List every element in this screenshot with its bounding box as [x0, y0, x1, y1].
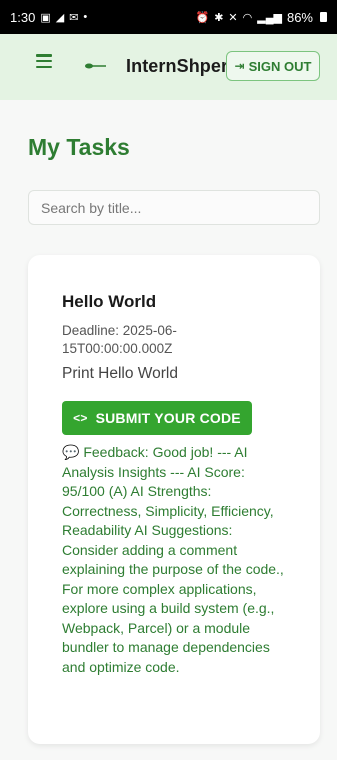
bluetooth-icon: ✱: [214, 11, 224, 24]
code-icon: <>: [73, 411, 88, 425]
search-input[interactable]: [28, 190, 320, 225]
navigation-icon: ◢: [55, 11, 65, 24]
status-right: ⏰ ✱ ✕ ◠ ▂▄▆ 86%: [195, 9, 327, 25]
dot-icon: •: [83, 11, 88, 23]
battery-icon: [320, 12, 327, 22]
task-deadline: Deadline: 2025-06-15T00:00:00.000Z: [62, 323, 177, 356]
page-title: My Tasks: [28, 134, 130, 160]
submit-code-label: SUBMIT YOUR CODE: [95, 410, 241, 426]
status-bar: 1:30 ▣ ◢ ✉ • ⏰ ✱ ✕ ◠ ▂▄▆ 86%: [0, 0, 337, 34]
task-feedback: 💬 Feedback: Good job! --- AI Analysis In…: [62, 443, 286, 677]
sign-out-button[interactable]: ⇥ SIGN OUT: [226, 51, 320, 81]
signal-icon: ▂▄▆: [257, 11, 282, 24]
status-time: 1:30: [10, 9, 36, 25]
feedback-text: Feedback: Good job! --- AI Analysis Insi…: [62, 444, 284, 675]
wifi-icon: ◠: [242, 11, 253, 24]
task-description: Print Hello World: [62, 365, 179, 382]
alarm-icon: ⏰: [195, 11, 210, 24]
battery-percent: 86%: [286, 9, 313, 25]
brand-name: InternShpere: [126, 56, 239, 76]
mail-icon: ✉: [69, 11, 79, 24]
task-card: Hello World Deadline: 2025-06-15T00:00:0…: [28, 255, 320, 744]
image-icon: ▣: [40, 11, 51, 24]
chat-bubble-icon: 💬: [62, 444, 80, 460]
submit-code-button[interactable]: <> SUBMIT YOUR CODE: [62, 401, 252, 435]
mute-icon: ✕: [228, 11, 238, 24]
task-title: Hello World: [62, 292, 157, 311]
logo-icon: [85, 63, 106, 69]
app-header: InternShpere ⇥ SIGN OUT: [0, 34, 337, 100]
logout-icon: ⇥: [234, 59, 245, 73]
status-left: 1:30 ▣ ◢ ✉ •: [10, 10, 87, 25]
menu-icon[interactable]: [36, 54, 52, 68]
sign-out-label: SIGN OUT: [248, 58, 312, 74]
